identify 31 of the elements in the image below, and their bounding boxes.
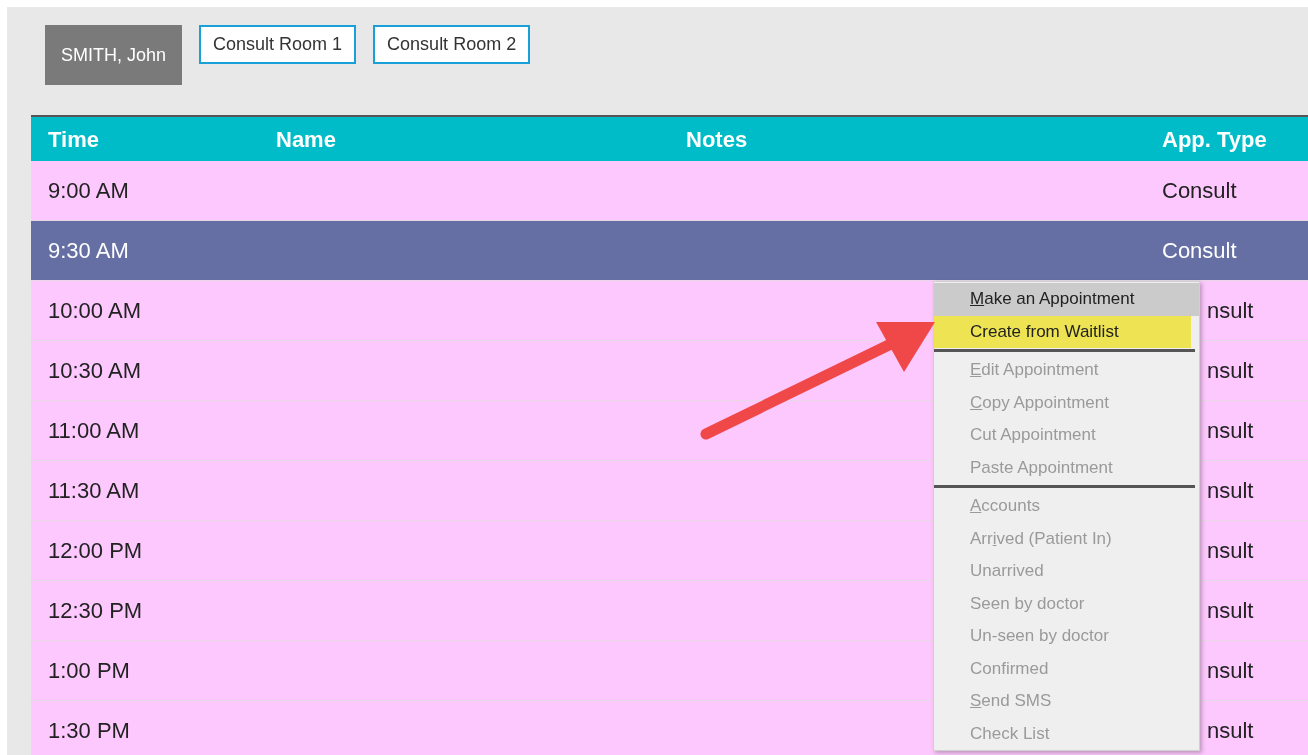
app-type-cell-text: nsult [1206,477,1255,505]
time-cell-text: 11:30 AM [47,477,141,505]
column-header: App. Type [1161,125,1268,154]
menu-item[interactable]: Make an Appointment [934,283,1199,316]
menu-item[interactable]: Create from Waitlist [934,315,1191,348]
time-cell-text: 10:30 AM [47,357,142,385]
practitioner-tab[interactable]: Consult Room 1 [199,25,357,64]
column-header: Time [47,125,100,154]
app-type-cell-text: nsult [1206,537,1255,565]
app-type-cell-text: Consult [1161,177,1238,205]
time-cell-text: 1:30 PM [47,717,131,745]
app-type-cell-text: nsult [1206,417,1255,445]
app-type-cell-text: nsult [1206,357,1255,385]
practitioner-tab[interactable]: SMITH, John [45,25,183,85]
app-type-cell-text: nsult [1206,717,1255,745]
app-type-cell-text: nsult [1206,597,1255,625]
time-cell-text: 9:30 AM [47,237,130,265]
appointment-row[interactable]: 9:00 AM Consult [31,161,1308,221]
app-type-cell-text: nsult [1206,297,1255,325]
time-cell-text: 1:00 PM [47,657,131,685]
time-cell-text: 10:00 AM [47,297,142,325]
time-cell-text: 9:00 AM [47,177,130,205]
column-header: Notes [685,125,749,154]
time-cell-text: 12:00 PM [47,537,144,565]
practitioner-tab[interactable]: Consult Room 2 [373,25,531,64]
column-header: Name [275,125,337,154]
time-cell-text: 12:30 PM [47,597,144,625]
app-type-cell-text: Consult [1161,237,1238,265]
time-cell-text: 11:00 AM [47,417,141,445]
app-type-cell-text: nsult [1206,657,1255,685]
appointment-row[interactable]: 9:30 AM Consult [31,221,1308,281]
